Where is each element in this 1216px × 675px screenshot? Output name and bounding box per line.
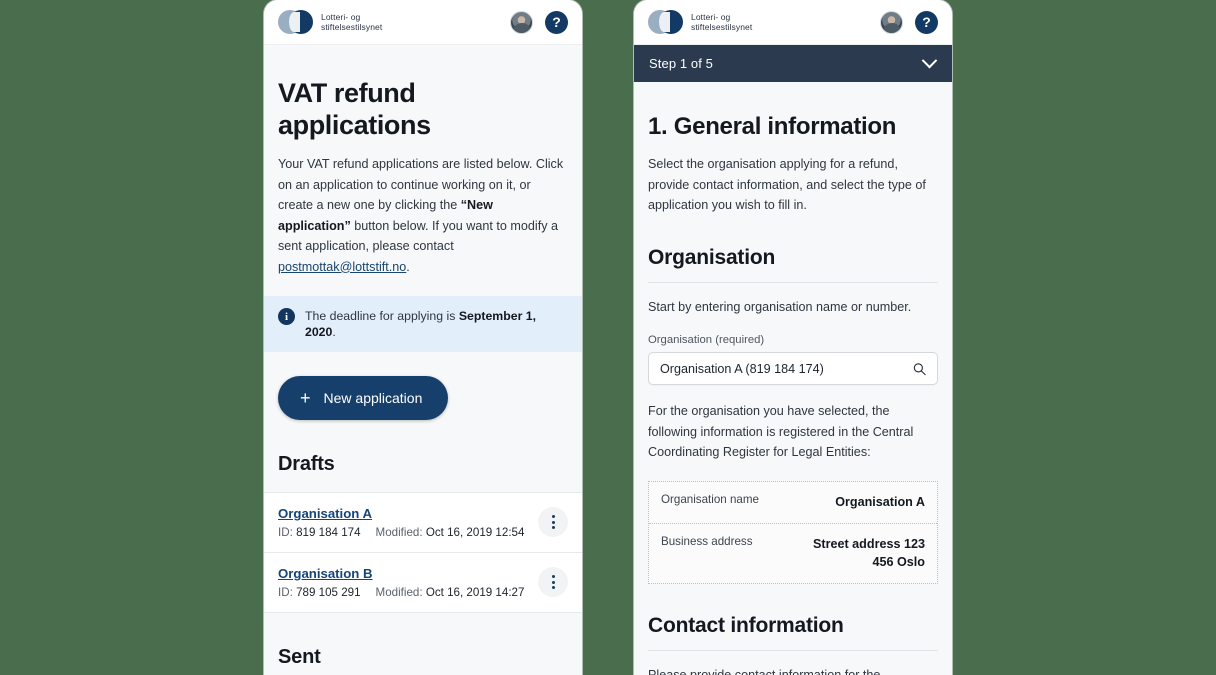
list-item-date-value: Oct 16, 2019 14:27 [425,586,525,599]
header-actions-left: ? [510,10,568,34]
info-icon: i [278,308,295,325]
intro-paragraph: Your VAT refund applications are listed … [278,154,568,277]
list-item-id-label: ID: [278,526,293,539]
step-label: Step 1 of 5 [649,56,713,71]
table-cell-key: Organisation name [661,492,759,506]
contact-email-link[interactable]: postmottak@lottstift.no [278,260,406,274]
left-phone-panel: Lotteri- og stiftelsestilsynet ? VAT ref… [264,0,582,675]
list-item-date: Modified: Oct 16, 2019 12:54 [376,526,525,539]
app-header-right: Lotteri- og stiftelsestilsynet ? [634,0,952,45]
organisation-search-input[interactable]: Organisation A (819 184 174) [648,352,938,385]
user-avatar[interactable] [510,10,533,34]
divider [648,281,938,283]
registry-table: Organisation name Organisation A Busines… [648,480,938,584]
header-actions-right: ? [880,10,938,34]
deadline-text-after: . [332,325,336,339]
table-cell-value: Organisation A [835,494,925,509]
kebab-menu-icon[interactable] [538,507,568,537]
table-row: Business address Street address 123 456 … [649,524,937,583]
list-item-date-value: Oct 16, 2019 12:54 [425,526,525,539]
new-application-button-label: New application [323,390,423,406]
step-title: 1. General information [648,113,897,140]
intro-part-3: . [406,259,410,274]
intro-part-1: Your VAT refund applications are listed … [278,157,564,212]
list-item-meta: ID: 819 184 174 Modified: Oct 16, 2019 1… [278,526,538,539]
table-cell-key: Business address [661,534,753,548]
section-title-sent: Sent [278,646,321,668]
user-avatar[interactable] [880,10,903,34]
deadline-info-banner: i The deadline for applying is September… [264,296,582,352]
organisation-help-text: Start by entering organisation name or n… [648,299,912,314]
step-intro: Select the organisation applying for a r… [648,157,926,212]
page-title: VAT refund applications [278,78,431,140]
help-icon[interactable]: ? [915,10,938,34]
list-item-id: ID: 789 105 291 [278,586,361,599]
help-icon[interactable]: ? [545,10,568,34]
list-item[interactable]: Organisation B ID: 789 105 291 Modified:… [264,553,582,613]
brand-name: Lotteri- og stiftelsestilsynet [691,11,753,33]
step-progress-bar[interactable]: Step 1 of 5 [634,45,952,82]
left-content: VAT refund applications Your VAT refund … [264,45,582,675]
right-content: 1. General information Select the organi… [634,82,952,675]
table-row: Organisation name Organisation A [649,482,937,524]
list-item-id-value: 819 184 174 [296,526,361,539]
table-cell-value: Street address 123 456 Oslo [812,536,925,569]
lotteri-stiftelsestilsynet-logo-icon [278,10,313,34]
brand-name: Lotteri- og stiftelsestilsynet [321,11,383,33]
app-header-left: Lotteri- og stiftelsestilsynet ? [264,0,582,45]
deadline-info-text: The deadline for applying is September 1… [305,307,568,340]
right-phone-panel: Lotteri- og stiftelsestilsynet ? Step 1 … [634,0,952,675]
list-item[interactable]: Organisation A ID: 819 184 174 Modified:… [264,493,582,553]
organisation-search-value: Organisation A (819 184 174) [660,361,824,376]
list-item-main: Organisation A ID: 819 184 174 Modified:… [278,505,538,539]
list-item-date: Modified: Oct 16, 2019 14:27 [376,586,525,599]
divider [648,649,938,651]
list-item-link[interactable]: Organisation A [278,506,372,521]
section-title-drafts: Drafts [278,453,335,475]
kebab-menu-icon[interactable] [538,567,568,597]
contact-information-text: Please provide contact information for t… [648,667,881,675]
organisation-heading: Organisation [648,245,776,269]
contact-information-heading: Contact information [648,613,844,637]
list-item-link[interactable]: Organisation B [278,566,373,581]
drafts-list: Organisation A ID: 819 184 174 Modified:… [264,492,582,613]
list-item-date-label: Modified: [375,586,423,599]
lotteri-stiftelsestilsynet-logo-icon [648,10,683,34]
chevron-down-icon[interactable] [921,52,938,69]
registry-text: For the organisation you have selected, … [648,404,914,459]
new-application-button[interactable]: + New application [278,376,449,420]
brand-lockup: Lotteri- og stiftelsestilsynet [278,10,510,34]
search-icon[interactable] [913,362,926,375]
plus-icon: + [300,388,311,408]
list-item-id-label: ID: [278,586,293,599]
list-item-main: Organisation B ID: 789 105 291 Modified:… [278,565,538,599]
list-item-id: ID: 819 184 174 [278,526,361,539]
list-item-meta: ID: 789 105 291 Modified: Oct 16, 2019 1… [278,586,538,599]
screen: Lotteri- og stiftelsestilsynet ? VAT ref… [0,0,1216,675]
list-item-id-value: 789 105 291 [296,586,361,599]
list-item-date-label: Modified: [375,526,423,539]
deadline-text-before: The deadline for applying is [305,309,459,323]
brand-lockup: Lotteri- og stiftelsestilsynet [648,10,880,34]
organisation-field-label: Organisation (required) [648,334,765,346]
